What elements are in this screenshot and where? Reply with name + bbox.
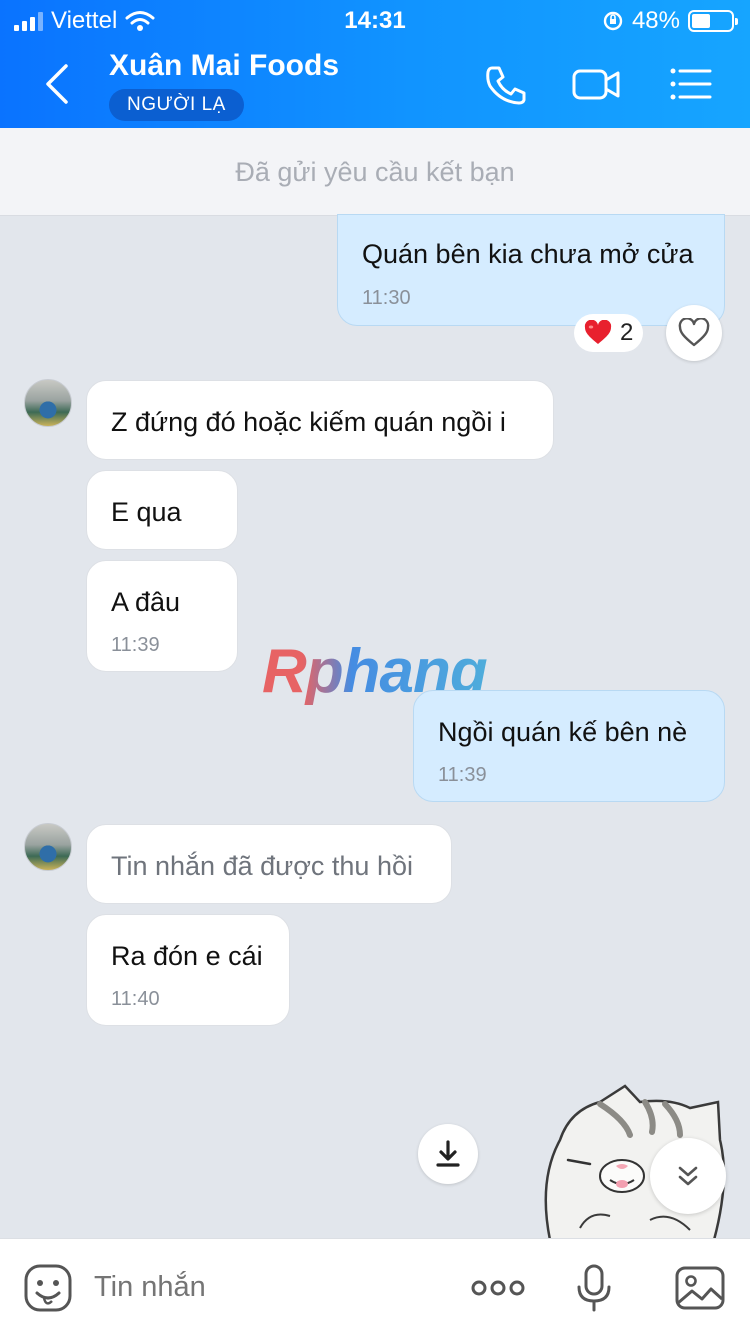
reaction-count: 2: [620, 319, 634, 346]
message-time: 11:40: [111, 988, 160, 1010]
message-time: 11:39: [111, 634, 160, 656]
message-text: Z đứng đó hoặc kiếm quán ngồi i: [111, 407, 506, 437]
back-arrow-icon[interactable]: [36, 58, 80, 110]
message-bubble[interactable]: E qua: [86, 470, 238, 550]
heart-icon: [584, 320, 612, 344]
status-bar: Viettel 14:31 48%: [0, 0, 750, 40]
download-button[interactable]: [418, 1124, 478, 1184]
image-icon[interactable]: [674, 1263, 726, 1313]
stranger-badge: NGƯỜI LẠ: [109, 89, 244, 121]
recalled-message-bubble[interactable]: Tin nhắn đã được thu hồi: [86, 824, 452, 904]
message-text: Tin nhắn đã được thu hồi: [111, 851, 413, 881]
avatar[interactable]: [24, 823, 72, 871]
battery-icon: [688, 10, 738, 32]
microphone-icon[interactable]: [568, 1263, 620, 1313]
message-input[interactable]: [94, 1271, 434, 1304]
chat-header: Viettel 14:31 48% Xuân Mai Foods NGƯỜI L…: [0, 0, 750, 128]
menu-list-icon[interactable]: [668, 62, 716, 106]
avatar[interactable]: [24, 379, 72, 427]
message-text: Ngồi quán kế bên nè: [438, 717, 688, 747]
message-time: 11:39: [438, 764, 487, 786]
heart-outline-icon: [678, 318, 710, 347]
phone-icon[interactable]: [482, 62, 530, 106]
message-bubble[interactable]: Ra đón e cái 11:40: [86, 914, 290, 1026]
double-chevron-down-icon: [678, 1166, 698, 1186]
message-bubble[interactable]: Z đứng đó hoặc kiếm quán ngồi i: [86, 380, 554, 460]
emoji-icon[interactable]: [22, 1263, 74, 1313]
more-dots-icon[interactable]: [470, 1263, 526, 1313]
reaction-badge[interactable]: 2: [574, 314, 644, 352]
message-text: Quán bên kia chưa mở cửa: [362, 239, 694, 269]
message-bubble[interactable]: A đâu 11:39: [86, 560, 238, 672]
video-call-icon[interactable]: [572, 62, 620, 106]
scroll-down-button[interactable]: [650, 1138, 726, 1214]
message-text: Ra đón e cái: [111, 941, 263, 971]
download-icon: [436, 1140, 460, 1167]
message-composer: [0, 1238, 750, 1334]
message-text: E qua: [111, 497, 182, 527]
status-right: 48%: [602, 7, 738, 35]
message-time: 11:30: [362, 287, 411, 309]
message-bubble[interactable]: Quán bên kia chưa mở cửa 11:30: [337, 214, 725, 326]
contact-name[interactable]: Xuân Mai Foods: [109, 49, 339, 83]
react-button[interactable]: [666, 305, 722, 361]
battery-percent: 48%: [631, 7, 680, 34]
friend-request-status: Đã gửi yêu cầu kết bạn: [0, 128, 750, 216]
message-bubble[interactable]: Ngồi quán kế bên nè 11:39: [413, 690, 725, 802]
rotation-lock-icon: [603, 11, 623, 31]
message-text: A đâu: [111, 587, 181, 617]
